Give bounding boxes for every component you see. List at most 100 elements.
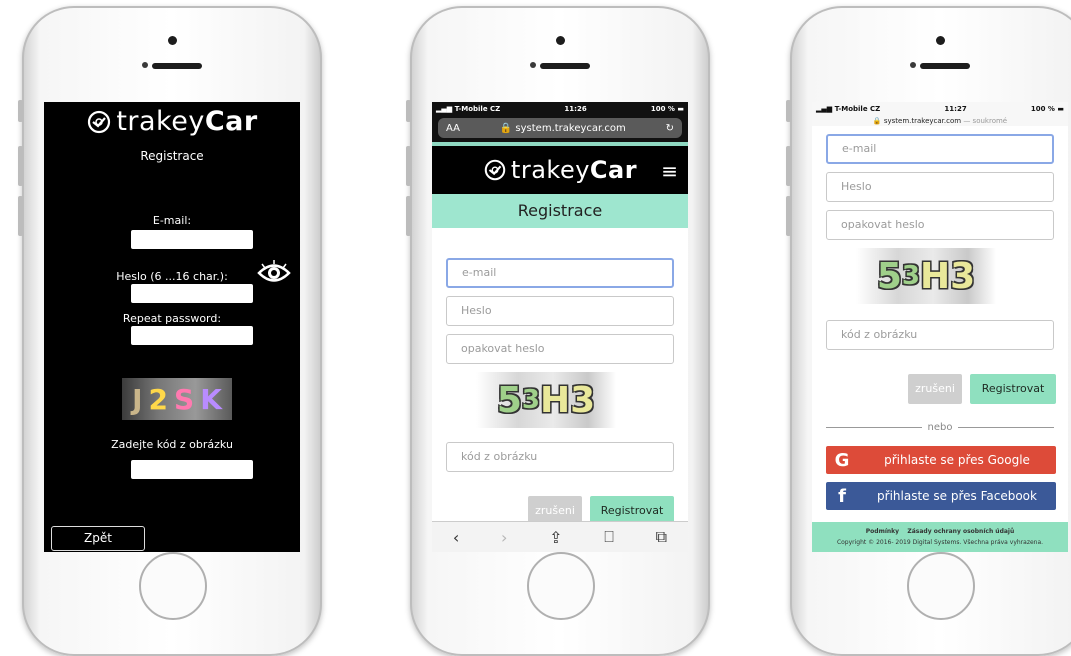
email-input[interactable]: e-mail (826, 134, 1054, 164)
facebook-icon: f (838, 485, 846, 507)
email-field[interactable] (131, 230, 253, 249)
bookmarks-icon[interactable]: ⎕ (604, 527, 614, 547)
earpiece-speaker (152, 63, 202, 69)
carrier-label: ▂▄▆ T-Mobile CZ (816, 105, 881, 113)
captcha-image: 5 3 H 3 (856, 248, 996, 304)
captcha-input[interactable]: kód z obrázku (446, 442, 674, 472)
signal-icon: ▂▄▆ (816, 105, 835, 113)
proximity-sensor (530, 62, 536, 68)
text-size-button[interactable]: AA (446, 123, 460, 134)
status-bar: ▂▄▆ T-Mobile CZ 11:27 100 % ▬ (812, 102, 1068, 116)
screen-2: ▂▄▆ T-Mobile CZ 11:26 100 % ▬ AA 🔒 syste… (432, 102, 688, 552)
phone-1: trakeyCar Registrace E-mail: Heslo (6 ..… (18, 6, 322, 656)
battery-indicator: 100 % ▬ (1030, 105, 1064, 113)
trakey-logo-icon (484, 159, 506, 181)
password-field[interactable] (131, 284, 253, 303)
status-bar: ▂▄▆ T-Mobile CZ 11:26 100 % ▬ (432, 102, 688, 116)
divider-line (826, 427, 922, 428)
back-button[interactable]: Zpět (51, 526, 145, 551)
lock-icon: 🔒 (499, 122, 516, 134)
earpiece-speaker (920, 63, 970, 69)
facebook-login-button[interactable]: f přihlaste se přes Facebook (826, 482, 1056, 510)
brand-logo: trakeyCar (483, 156, 637, 184)
captcha-char: 3 (570, 379, 596, 421)
volume-down-button (406, 196, 411, 236)
screen-3: ▂▄▆ T-Mobile CZ 11:27 100 % ▬ 🔒 system.t… (812, 102, 1068, 552)
repeat-password-input[interactable]: opakovat heslo (446, 334, 674, 364)
captcha-char: 3 (521, 385, 540, 415)
address-bar[interactable]: 🔒 system.trakeycar.com — soukromé (812, 116, 1068, 126)
carrier-label: ▂▄▆ T-Mobile CZ (436, 105, 501, 113)
battery-indicator: 100 % ▬ (650, 105, 684, 113)
earpiece-speaker (540, 63, 590, 69)
front-camera (168, 36, 177, 45)
captcha-char: 2 (148, 382, 169, 416)
volume-up-button (406, 146, 411, 186)
tabs-icon[interactable]: ⧉ (656, 527, 667, 547)
or-divider: nebo (826, 422, 1054, 433)
browser-chrome: ▂▄▆ T-Mobile CZ 11:26 100 % ▬ AA 🔒 syste… (432, 102, 688, 142)
back-icon[interactable]: ‹ (453, 528, 459, 547)
phone-3: ▂▄▆ T-Mobile CZ 11:27 100 % ▬ 🔒 system.t… (786, 6, 1071, 656)
brand-name: trakeyCar (116, 106, 258, 137)
battery-icon: ▬ (1057, 105, 1064, 113)
repeat-password-input[interactable]: opakovat heslo (826, 210, 1054, 240)
mute-switch (786, 100, 791, 122)
captcha-char: 3 (901, 261, 920, 291)
password-input[interactable]: Heslo (826, 172, 1054, 202)
cancel-button[interactable]: zrušeni (908, 374, 962, 404)
brand-name: trakeyCar (510, 156, 638, 184)
browser-toolbar: ‹ › ⇪ ⎕ ⧉ (432, 521, 688, 552)
volume-down-button (18, 196, 23, 236)
captcha-label: Zadejte kód z obrázku (111, 438, 233, 451)
eye-icon[interactable] (257, 260, 291, 286)
front-camera (936, 36, 945, 45)
captcha-input[interactable]: kód z obrázku (826, 320, 1054, 350)
mute-switch (406, 100, 411, 122)
privacy-label: — soukromé (963, 117, 1008, 125)
mute-switch (18, 100, 23, 122)
forward-icon[interactable]: › (501, 528, 507, 547)
battery-icon: ▬ (677, 105, 684, 113)
home-button (907, 552, 975, 620)
lock-icon: 🔒 (872, 117, 884, 125)
google-login-label: přihlaste se přes Google (884, 453, 1030, 467)
captcha-image: J 2 S K (122, 378, 232, 420)
home-button (139, 552, 207, 620)
trakey-logo-icon (88, 110, 111, 133)
signal-icon: ▂▄▆ (436, 105, 455, 113)
divider-line (958, 427, 1054, 428)
clock: 11:27 (944, 105, 967, 113)
google-icon: G (834, 449, 850, 471)
email-label: E-mail: (152, 214, 192, 227)
phone-2: ▂▄▆ T-Mobile CZ 11:26 100 % ▬ AA 🔒 syste… (406, 6, 710, 656)
repeat-password-field[interactable] (131, 326, 253, 345)
google-login-button[interactable]: G přihlaste se přes Google (826, 446, 1056, 474)
footer-links: Podmínky Zásady ochrany osobních údajů (812, 528, 1068, 535)
password-input[interactable]: Heslo (446, 296, 674, 326)
reload-icon[interactable]: ↻ (666, 123, 674, 134)
volume-up-button (18, 146, 23, 186)
share-icon[interactable]: ⇪ (549, 528, 562, 547)
page-title: Registrace (140, 149, 204, 163)
copyright: Copyright © 2016- 2019 Digital Systems. … (836, 539, 1044, 546)
front-camera (556, 36, 565, 45)
repeat-password-label: Repeat password: (122, 312, 222, 325)
captcha-image: 5 3 H 3 (476, 372, 616, 428)
captcha-field[interactable] (131, 460, 253, 479)
clock: 11:26 (564, 105, 587, 113)
hamburger-icon[interactable]: ≡ (661, 159, 678, 183)
proximity-sensor (142, 62, 148, 68)
terms-link[interactable]: Podmínky (866, 528, 899, 535)
privacy-policy-link[interactable]: Zásady ochrany osobních údajů (907, 528, 1014, 535)
home-button (527, 552, 595, 620)
volume-up-button (786, 146, 791, 186)
address-bar[interactable]: AA 🔒 system.trakeycar.com ↻ (438, 118, 682, 138)
captcha-char: S (174, 382, 195, 416)
register-button[interactable]: Registrovat (970, 374, 1056, 404)
email-input[interactable]: e-mail (446, 258, 674, 288)
url-host: system.trakeycar.com (883, 117, 962, 125)
proximity-sensor (910, 62, 916, 68)
site-footer: Podmínky Zásady ochrany osobních údajů C… (812, 522, 1068, 552)
or-label: nebo (927, 422, 953, 433)
